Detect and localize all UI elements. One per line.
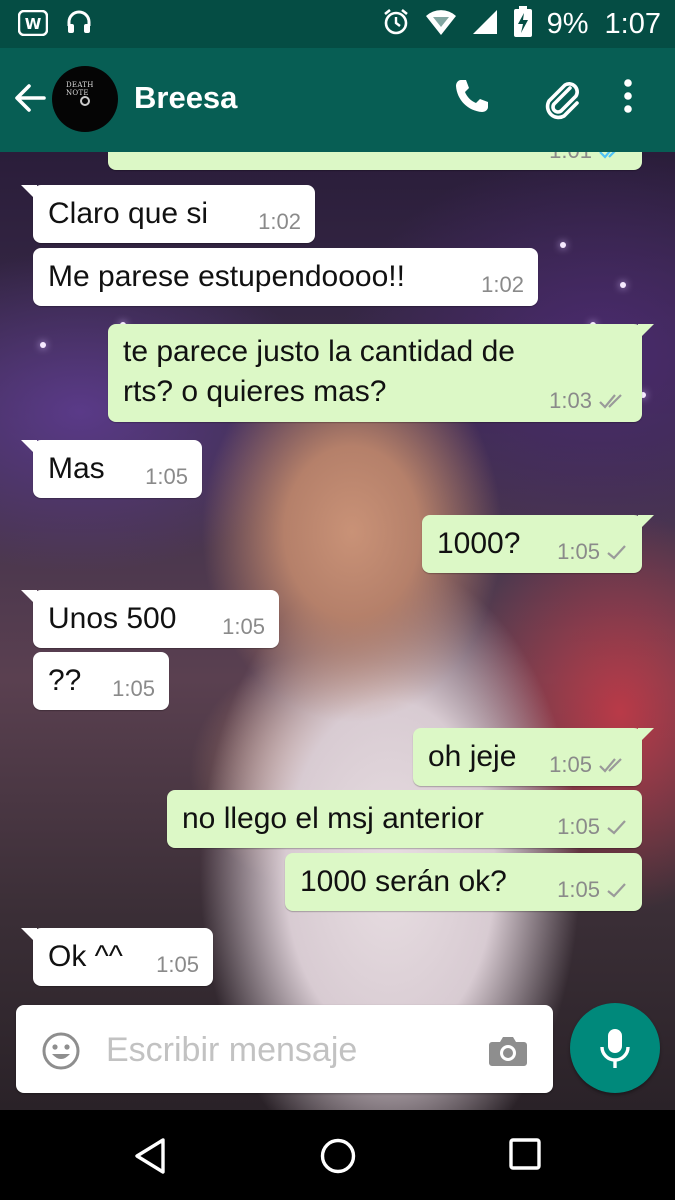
battery-charging-icon	[513, 6, 533, 43]
message-outgoing[interactable]: te parece justo la cantidad de rts? o qu…	[108, 324, 654, 422]
chat-header: DEATH NOTE Breesa	[0, 48, 675, 152]
navigation-bar	[0, 1110, 675, 1200]
recents-nav-icon[interactable]	[508, 1137, 542, 1176]
message-text: 1000?	[437, 527, 521, 560]
message-meta: 1:05	[557, 814, 628, 840]
message-text: ??	[48, 664, 82, 697]
message-line: te parece justo la cantidad de	[123, 335, 515, 368]
message-text: no llego el msj anterior	[182, 802, 484, 835]
message-text: te parece justo la cantidad de rts? o qu…	[123, 332, 623, 412]
sent-check-icon	[607, 545, 626, 560]
message-meta: 1:05	[549, 752, 628, 778]
signal-icon	[471, 8, 499, 41]
message-input[interactable]: Escribir mensaje	[16, 1005, 553, 1093]
wifi-icon	[425, 8, 457, 41]
avatar-emblem	[80, 96, 90, 106]
message-meta: 1:05	[557, 539, 628, 565]
message-time: 1:01	[549, 152, 592, 164]
message-time: 1:05	[557, 814, 600, 839]
contact-name[interactable]: Breesa	[134, 80, 237, 116]
message-time: 1:03	[549, 388, 592, 413]
bubble-tail	[638, 728, 654, 744]
background-light	[620, 282, 626, 288]
message-text: Me parese estupendoooo!!	[48, 260, 405, 293]
back-arrow-icon[interactable]	[12, 80, 48, 121]
message-incoming[interactable]: Me parese estupendoooo!! 1:02	[33, 248, 538, 306]
phone-icon[interactable]	[452, 76, 492, 121]
mic-icon	[600, 1029, 630, 1068]
message-line: rts? o quieres mas?	[123, 375, 387, 408]
message-time: 1:02	[481, 272, 524, 297]
bubble-tail	[638, 324, 654, 340]
attach-icon[interactable]	[540, 76, 584, 125]
message-text: oh jeje	[428, 740, 517, 773]
message-text: 1000 serán ok?	[300, 865, 507, 898]
message-incoming[interactable]: Claro que si 1:02	[21, 185, 315, 243]
read-check-icon	[599, 152, 616, 159]
sent-check-icon	[607, 883, 626, 898]
svg-text:W: W	[25, 15, 42, 33]
message-time: 1:05	[222, 614, 265, 639]
message-meta: 1:01	[549, 152, 628, 164]
bubble-tail	[21, 185, 37, 201]
emoji-icon[interactable]	[41, 1031, 81, 1076]
avatar[interactable]: DEATH NOTE	[52, 66, 118, 132]
bubble-tail	[21, 590, 37, 606]
alarm-icon	[381, 7, 411, 42]
message-meta: 1:03	[549, 388, 628, 414]
message-time: 1:05	[156, 952, 199, 977]
message-text: Mas	[48, 452, 105, 485]
message-incoming[interactable]: Ok ^^ 1:05	[21, 928, 213, 986]
message-time: 1:05	[557, 877, 600, 902]
status-bar: W 9% 1:07	[0, 0, 675, 48]
camera-icon[interactable]	[488, 1035, 528, 1072]
chat-area[interactable]: 1:01 Claro que si 1:02 Me parese estupen…	[0, 152, 675, 1110]
message-time: 1:02	[258, 209, 301, 234]
back-nav-icon[interactable]	[132, 1137, 168, 1180]
message-text: Claro que si	[48, 197, 209, 230]
battery-percent: 9%	[546, 8, 589, 40]
message-time: 1:05	[145, 464, 188, 489]
message-incoming[interactable]: Unos 500 1:05	[21, 590, 279, 648]
message-outgoing[interactable]: 1000? 1:05	[422, 515, 654, 573]
wikipedia-icon: W	[17, 9, 49, 41]
read-check-icon	[599, 394, 622, 409]
message-incoming[interactable]: ?? 1:05	[33, 652, 169, 710]
bubble-tail	[21, 928, 37, 944]
message-placeholder: Escribir mensaje	[106, 1031, 358, 1069]
message-outgoing[interactable]: 1000 serán ok? 1:05	[285, 853, 642, 911]
more-vert-icon[interactable]	[620, 76, 636, 121]
home-nav-icon[interactable]	[319, 1137, 357, 1180]
message-time: 1:05	[557, 539, 600, 564]
message-time: 1:05	[549, 752, 592, 777]
bubble-tail	[638, 515, 654, 531]
avatar-caption: DEATH NOTE	[66, 81, 94, 97]
headset-icon	[66, 10, 92, 41]
message-outgoing[interactable]: 1:01	[108, 152, 642, 170]
voice-message-button[interactable]	[570, 1003, 660, 1093]
message-time: 1:05	[112, 676, 155, 701]
background-light	[560, 242, 566, 248]
read-check-icon	[599, 758, 622, 773]
bubble-tail	[21, 440, 37, 456]
clock: 1:07	[604, 8, 661, 40]
sent-check-icon	[607, 820, 626, 835]
message-incoming[interactable]: Mas 1:05	[21, 440, 202, 498]
message-text: Unos 500	[48, 602, 177, 635]
message-outgoing[interactable]: no llego el msj anterior 1:05	[167, 790, 642, 848]
background-light	[40, 342, 46, 348]
message-meta: 1:05	[557, 877, 628, 903]
message-outgoing[interactable]: oh jeje 1:05	[413, 728, 654, 786]
message-text: Ok ^^	[48, 940, 123, 973]
